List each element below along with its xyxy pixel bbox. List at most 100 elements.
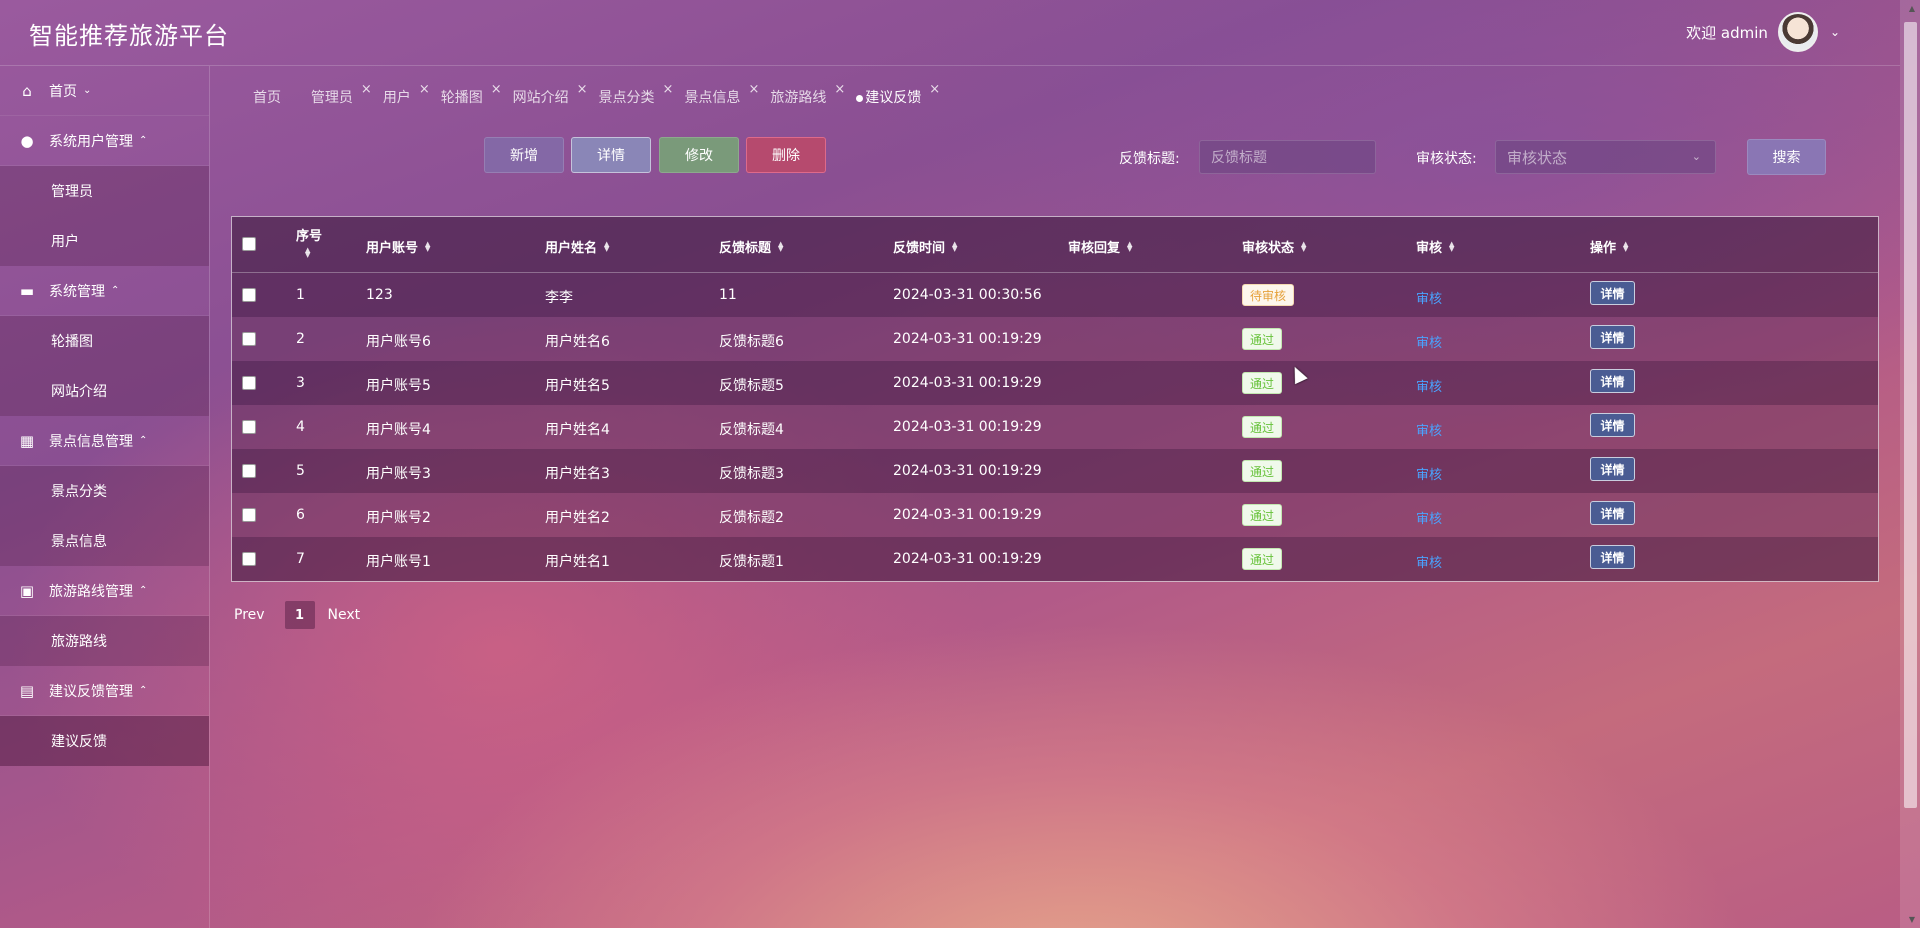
sort-icon[interactable]: ▲ ▼ <box>305 247 310 259</box>
sidebar-item-scenic-category[interactable]: 景点分类 <box>0 466 209 516</box>
sidebar-group-scenic[interactable]: ▦ 景点信息管理 ⌃ <box>0 416 209 466</box>
row-checkbox[interactable] <box>242 288 256 302</box>
user-menu[interactable]: 欢迎 admin ⌄ <box>1686 12 1840 52</box>
row-checkbox[interactable] <box>242 508 256 522</box>
close-icon[interactable]: × <box>663 83 674 97</box>
tab-user[interactable]: 用户 × <box>383 83 441 107</box>
col-name[interactable]: 用户姓名 ▲ ▼ <box>545 237 609 256</box>
brand-title: 智能推荐旅游平台 <box>29 22 229 50</box>
cell-no: 6 <box>296 507 305 523</box>
scroll-thumb[interactable] <box>1904 22 1917 808</box>
sidebar-group-system-users[interactable]: ● 系统用户管理 ⌃ <box>0 116 209 166</box>
tab-scenic-info[interactable]: 景点信息 × <box>684 83 770 107</box>
avatar[interactable] <box>1777 12 1818 52</box>
sidebar-item-feedback[interactable]: 建议反馈 <box>0 716 209 766</box>
row-detail-button[interactable]: 详情 <box>1590 457 1635 481</box>
sidebar-item-carousel[interactable]: 轮播图 <box>0 316 209 366</box>
sort-icon[interactable]: ▲ ▼ <box>778 240 783 252</box>
sidebar-item-user[interactable]: 用户 <box>0 216 209 266</box>
sidebar-group-feedback[interactable]: ▤ 建议反馈管理 ⌃ <box>0 666 209 716</box>
page-1-button[interactable]: 1 <box>284 601 315 629</box>
col-status[interactable]: 审核状态 ▲ ▼ <box>1242 237 1306 256</box>
close-icon[interactable]: × <box>361 83 372 97</box>
close-icon[interactable]: × <box>577 83 588 97</box>
grid-icon: ▦ <box>19 431 35 450</box>
col-actions[interactable]: 操作 ▲ ▼ <box>1590 237 1628 256</box>
prev-button[interactable]: Prev <box>234 607 265 623</box>
close-icon[interactable]: × <box>834 83 845 97</box>
search-button[interactable]: 搜索 <box>1747 139 1826 175</box>
layout-icon: ▤ <box>19 681 35 700</box>
tab-carousel[interactable]: 轮播图 × <box>441 83 513 107</box>
tab-bar: 首页× 管理员× 用户× 轮播图× 网站介绍× 景点分类× 景点信息× 旅游路线… <box>253 83 951 107</box>
tab-feedback[interactable]: 建议反馈 × <box>856 83 951 107</box>
tab-scenic-category[interactable]: 景点分类 × <box>599 83 685 107</box>
row-checkbox[interactable] <box>242 552 256 566</box>
sort-icon[interactable]: ▲ ▼ <box>1127 240 1132 252</box>
col-title[interactable]: 反馈标题 ▲ ▼ <box>719 237 783 256</box>
audit-link[interactable]: 审核 <box>1416 552 1442 571</box>
sidebar-item-home[interactable]: ⌂ 首页 ⌄ <box>0 66 209 116</box>
audit-link[interactable]: 审核 <box>1416 464 1442 483</box>
row-detail-button[interactable]: 详情 <box>1590 369 1635 393</box>
row-checkbox[interactable] <box>242 376 256 390</box>
col-time[interactable]: 反馈时间 ▲ ▼ <box>893 237 957 256</box>
col-reply[interactable]: 审核回复 ▲ ▼ <box>1068 237 1132 256</box>
tab-routes[interactable]: 旅游路线 × <box>770 83 856 107</box>
edit-button[interactable]: 修改 <box>659 137 739 173</box>
scroll-down-icon[interactable]: ▼ <box>1909 915 1915 924</box>
row-detail-button[interactable]: 详情 <box>1590 413 1635 437</box>
next-button[interactable]: Next <box>328 607 361 623</box>
sort-icon[interactable]: ▲ ▼ <box>1449 240 1454 252</box>
cell-title: 反馈标题6 <box>719 334 784 350</box>
add-button[interactable]: 新增 <box>484 137 564 173</box>
sort-icon[interactable]: ▲ ▼ <box>952 240 957 252</box>
row-detail-button[interactable]: 详情 <box>1590 325 1635 349</box>
audit-status-select[interactable]: 审核状态 ⌄ <box>1495 140 1716 174</box>
audit-link[interactable]: 审核 <box>1416 420 1442 439</box>
audit-link[interactable]: 审核 <box>1416 332 1442 351</box>
row-checkbox[interactable] <box>242 332 256 346</box>
cell-name: 用户姓名5 <box>545 378 610 394</box>
col-audit[interactable]: 审核 ▲ ▼ <box>1416 237 1454 256</box>
chevron-down-icon[interactable]: ⌄ <box>1830 25 1840 39</box>
close-icon[interactable]: × <box>419 83 430 97</box>
col-account[interactable]: 用户账号 ▲ ▼ <box>366 237 430 256</box>
audit-link[interactable]: 审核 <box>1416 288 1442 307</box>
close-icon[interactable]: × <box>748 83 759 97</box>
sidebar-group-label: 景点信息管理 <box>49 433 133 450</box>
row-checkbox[interactable] <box>242 464 256 478</box>
page-scrollbar[interactable]: ▲ ▼ <box>1900 0 1920 928</box>
detail-button[interactable]: 详情 <box>571 137 651 173</box>
row-detail-button[interactable]: 详情 <box>1590 501 1635 525</box>
status-badge: 通过 <box>1242 372 1283 394</box>
scroll-up-icon[interactable]: ▲ <box>1909 4 1915 13</box>
sort-icon[interactable]: ▲ ▼ <box>604 240 609 252</box>
sidebar-item-scenic-info[interactable]: 景点信息 <box>0 516 209 566</box>
sidebar-item-routes[interactable]: 旅游路线 <box>0 616 209 666</box>
delete-button[interactable]: 删除 <box>746 137 826 173</box>
cell-time: 2024-03-31 00:19:29 <box>893 507 1042 523</box>
sidebar-group-system[interactable]: ▬ 系统管理 ⌃ <box>0 266 209 316</box>
row-detail-button[interactable]: 详情 <box>1590 545 1635 569</box>
sidebar-item-admin[interactable]: 管理员 <box>0 166 209 216</box>
close-icon[interactable]: × <box>929 83 940 97</box>
row-detail-button[interactable]: 详情 <box>1590 281 1635 305</box>
sort-icon[interactable]: ▲ ▼ <box>425 240 430 252</box>
sort-icon[interactable]: ▲ ▼ <box>1301 240 1306 252</box>
row-checkbox[interactable] <box>242 420 256 434</box>
sidebar-item-site-intro[interactable]: 网站介绍 <box>0 366 209 416</box>
tab-site-intro[interactable]: 网站介绍 × <box>513 83 599 107</box>
sidebar-group-routes[interactable]: ▣ 旅游路线管理 ⌃ <box>0 566 209 616</box>
tab-home[interactable]: 首页× <box>253 83 311 107</box>
close-icon[interactable]: × <box>491 83 502 97</box>
audit-link[interactable]: 审核 <box>1416 376 1442 395</box>
cell-name: 用户姓名2 <box>545 510 610 526</box>
feedback-table: 序号 ▲ ▼ 用户账号 ▲ ▼ 用户姓名 ▲ ▼ 反馈标题 ▲ ▼ 反馈时间 ▲ ▼ 审核回复 ▲ ▼… <box>231 216 1879 582</box>
feedback-title-input[interactable]: 反馈标题 <box>1199 140 1376 174</box>
select-all-checkbox[interactable] <box>242 237 256 251</box>
audit-link[interactable]: 审核 <box>1416 508 1442 527</box>
col-no[interactable]: 序号 ▲ ▼ <box>296 225 322 259</box>
tab-admin[interactable]: 管理员 × <box>311 83 383 107</box>
sort-icon[interactable]: ▲ ▼ <box>1623 240 1628 252</box>
